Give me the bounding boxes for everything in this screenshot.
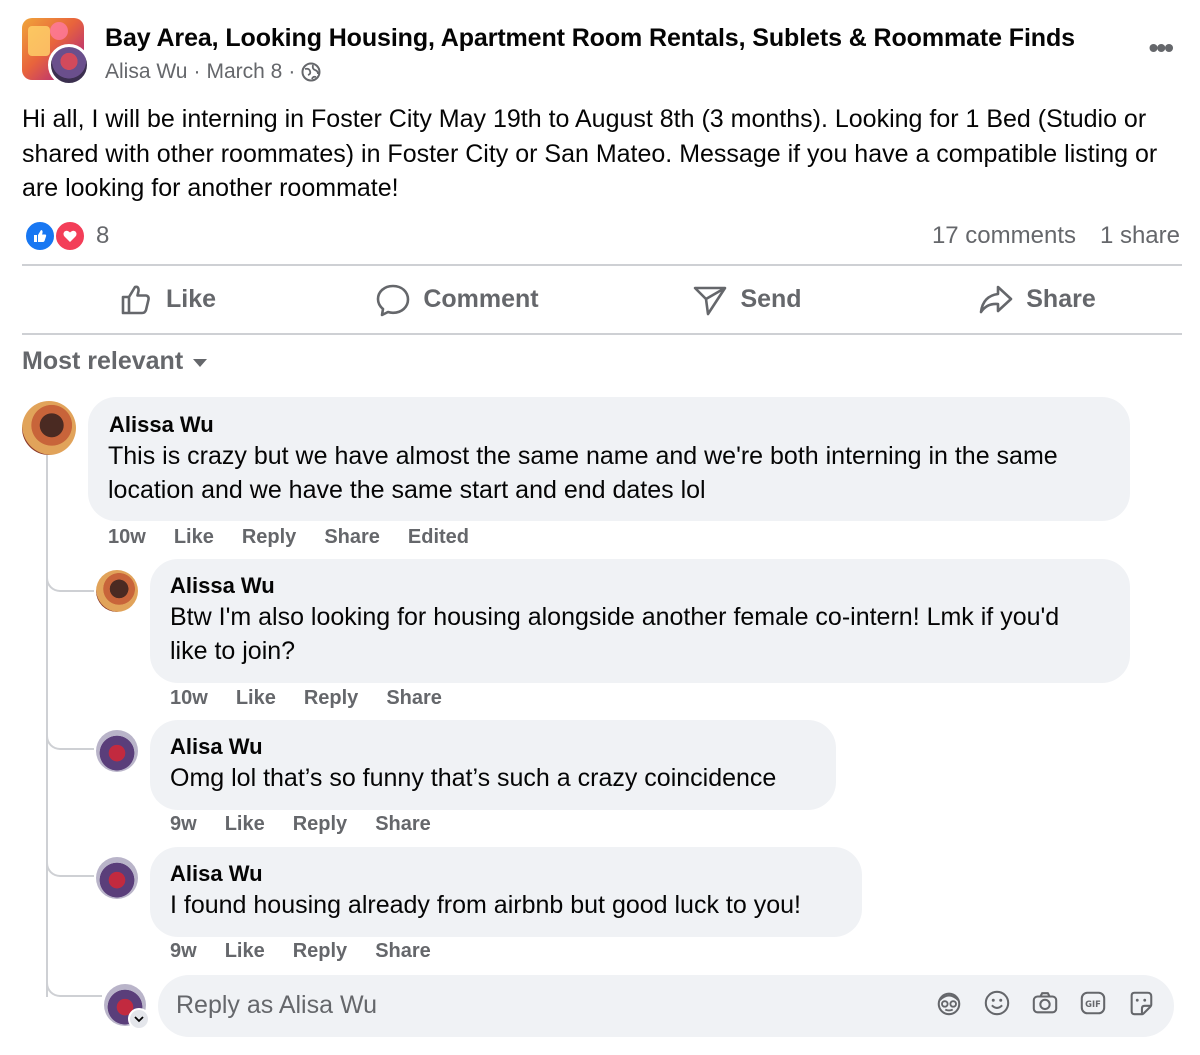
comment-bubble: Alisa Wu Omg lol that’s so funny that’s … xyxy=(150,720,836,810)
comment-author[interactable]: Alisa Wu xyxy=(170,861,263,887)
meta-separator: · xyxy=(288,60,296,83)
comment-bubble: Alissa Wu This is crazy but we have almo… xyxy=(88,397,1130,521)
comment-author[interactable]: Alisa Wu xyxy=(170,734,263,760)
gif-icon[interactable]: GIF xyxy=(1078,988,1108,1018)
reaction-icons[interactable] xyxy=(24,220,90,252)
like-reaction-icon xyxy=(24,220,56,252)
comment-icon xyxy=(377,284,410,316)
comment-like-link[interactable]: Like xyxy=(225,813,265,836)
commenter-avatar[interactable] xyxy=(22,401,76,455)
camera-icon[interactable] xyxy=(1030,988,1060,1018)
comment-edited-label: Edited xyxy=(407,526,470,548)
thread-branch xyxy=(46,969,102,997)
reply-toolbar: GIF xyxy=(934,988,1156,1018)
send-icon xyxy=(694,286,727,315)
comment-like-link[interactable]: Like xyxy=(174,526,214,549)
group-name[interactable]: Bay Area, Looking Housing, Apartment Roo… xyxy=(105,24,1075,53)
comment-bubble: Alisa Wu I found housing already from ai… xyxy=(150,847,862,937)
avatar-sticker-icon[interactable] xyxy=(934,988,964,1018)
more-options-icon[interactable]: ••• xyxy=(1149,32,1174,64)
comment-author[interactable]: Alissa Wu xyxy=(109,412,214,438)
send-button[interactable]: Send xyxy=(602,266,892,333)
comment-like-link[interactable]: Like xyxy=(236,687,276,710)
reply-placeholder: Reply as Alisa Wu xyxy=(176,991,378,1019)
comment-bubble: Alissa Wu Btw I'm also looking for housi… xyxy=(150,559,1130,683)
comment-button[interactable]: Comment xyxy=(312,266,602,333)
reply-input[interactable]: Reply as Alisa Wu GIF xyxy=(158,975,1174,1037)
thumbs-up-icon xyxy=(121,285,150,314)
comment-time[interactable]: 10w xyxy=(170,687,208,710)
poster-avatar[interactable] xyxy=(48,44,90,86)
comment-share-link[interactable]: Share xyxy=(375,940,431,963)
thread-branch xyxy=(46,849,94,877)
share-arrow-icon xyxy=(979,285,1013,313)
emoji-icon[interactable] xyxy=(982,988,1012,1018)
thread-branch xyxy=(46,722,94,750)
reaction-count[interactable]: 8 xyxy=(96,222,109,250)
post-actions-bar: Like Comment Send Share xyxy=(22,266,1182,333)
post-author[interactable]: Alisa Wu xyxy=(105,60,187,84)
share-button[interactable]: Share xyxy=(892,266,1182,333)
shares-count[interactable]: 1 share xyxy=(1100,222,1180,250)
share-button-label: Share xyxy=(1026,285,1096,313)
post-date[interactable]: March 8 xyxy=(206,60,282,84)
love-reaction-icon xyxy=(54,220,86,252)
comment-like-link[interactable]: Like xyxy=(225,940,265,963)
caret-down-icon xyxy=(193,359,208,367)
sort-label: Most relevant xyxy=(22,346,184,375)
comment-button-label: Comment xyxy=(423,285,539,313)
comment-actions: 10w Like Reply Share Edited xyxy=(108,526,469,549)
comment-time[interactable]: 9w xyxy=(170,813,197,836)
thread-branch xyxy=(46,564,94,592)
comment-actions: 10w Like Reply Share xyxy=(170,687,442,710)
comment-text: Omg lol that’s so funny that’s such a cr… xyxy=(170,764,777,792)
divider xyxy=(22,333,1182,335)
chevron-down-icon[interactable] xyxy=(128,1008,150,1030)
svg-text:GIF: GIF xyxy=(1085,999,1101,1009)
meta-separator: · xyxy=(193,60,201,83)
commenter-avatar[interactable] xyxy=(96,730,138,772)
post-body: Hi all, I will be interning in Foster Ci… xyxy=(22,105,1158,202)
reactions-row: 8 17 comments 1 share xyxy=(22,218,1182,254)
commenter-avatar[interactable] xyxy=(96,570,138,612)
comment-share-link[interactable]: Share xyxy=(386,687,442,710)
comment-time[interactable]: 9w xyxy=(170,940,197,963)
globe-icon[interactable] xyxy=(301,62,321,82)
post-meta: Alisa Wu · March 8 · xyxy=(105,60,321,84)
like-button-label: Like xyxy=(165,285,217,313)
comment-reply-link[interactable]: Reply xyxy=(293,813,347,836)
comment-actions: 9w Like Reply Share xyxy=(170,940,431,963)
comment-reply-link[interactable]: Reply xyxy=(304,687,358,710)
comment-reply-link[interactable]: Reply xyxy=(293,940,347,963)
like-button[interactable]: Like xyxy=(22,266,312,333)
comments-count[interactable]: 17 comments xyxy=(932,222,1076,250)
sticker-icon[interactable] xyxy=(1126,988,1156,1018)
comment-actions: 9w Like Reply Share xyxy=(170,813,431,836)
comment-share-link[interactable]: Share xyxy=(375,813,431,836)
comment-text: Btw I'm also looking for housing alongsi… xyxy=(170,603,1060,665)
comment-share-link[interactable]: Share xyxy=(324,526,380,549)
comment-sort-dropdown[interactable]: Most relevant xyxy=(22,344,208,378)
send-button-label: Send xyxy=(740,285,802,313)
comment-time[interactable]: 10w xyxy=(108,526,146,549)
comment-author[interactable]: Alissa Wu xyxy=(170,573,275,599)
post-header: Bay Area, Looking Housing, Apartment Roo… xyxy=(22,18,1182,88)
comment-text: I found housing already from airbnb but … xyxy=(170,891,801,919)
commenter-avatar[interactable] xyxy=(96,857,138,899)
comment-text: This is crazy but we have almost the sam… xyxy=(108,442,1058,504)
comment-reply-link[interactable]: Reply xyxy=(242,526,296,549)
